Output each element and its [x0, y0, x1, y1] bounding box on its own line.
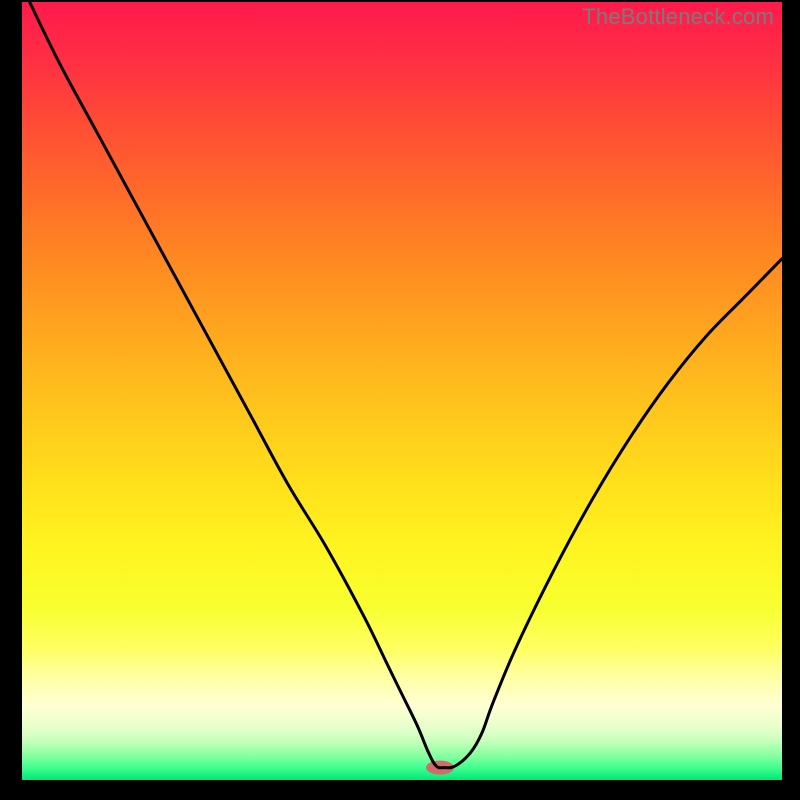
- chart-frame: [22, 2, 782, 780]
- plot-background: [22, 2, 782, 780]
- watermark-text: TheBottleneck.com: [582, 4, 774, 30]
- bottleneck-plot: [22, 2, 782, 780]
